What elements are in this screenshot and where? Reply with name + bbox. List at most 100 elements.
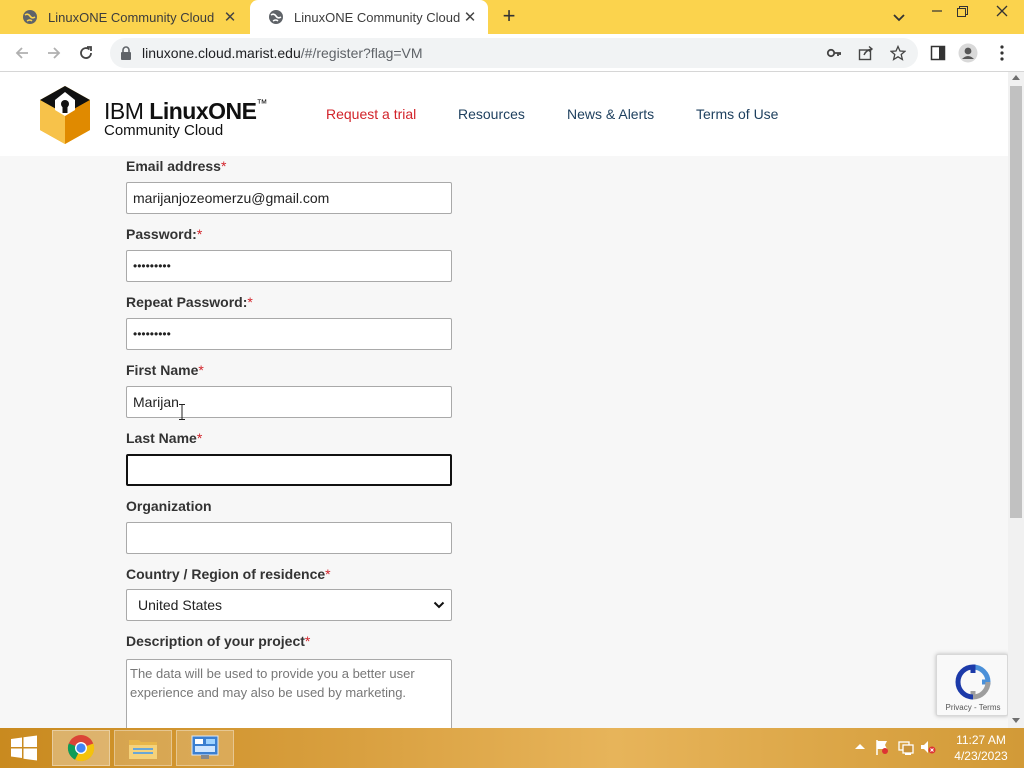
- recaptcha-icon: [955, 664, 991, 700]
- taskbar-file-explorer[interactable]: [114, 730, 172, 766]
- country-label: Country / Region of residence*: [126, 566, 331, 582]
- taskbar-chrome[interactable]: [52, 730, 110, 766]
- close-tab-icon[interactable]: ✕: [462, 9, 478, 26]
- country-label-text: Country / Region of residence: [126, 566, 326, 582]
- close-window-button[interactable]: [980, 0, 1024, 22]
- first-name-label: First Name*: [126, 362, 204, 378]
- browser-tab[interactable]: LinuxONE Community Cloud ✕: [4, 0, 248, 34]
- last-name-label-text: Last Name: [126, 430, 197, 446]
- tab-title: LinuxONE Community Cloud: [48, 9, 215, 25]
- profile-button[interactable]: [958, 43, 978, 63]
- organization-field[interactable]: [126, 522, 452, 554]
- forward-icon: [48, 47, 61, 59]
- globe-icon: [23, 10, 37, 24]
- nav-news-alerts[interactable]: News & Alerts: [567, 106, 654, 122]
- share-icon[interactable]: [858, 45, 874, 61]
- required-marker: *: [196, 430, 203, 446]
- lock-icon[interactable]: [120, 46, 132, 60]
- logo-title: IBM LinuxONE™: [104, 98, 267, 125]
- scroll-down-arrow-icon[interactable]: [1012, 716, 1020, 724]
- page-scrollbar[interactable]: [1008, 72, 1024, 728]
- repeat-password-label: Repeat Password:*: [126, 294, 253, 310]
- last-name-label: Last Name*: [126, 430, 202, 446]
- linuxone-logo-icon[interactable]: [38, 84, 92, 146]
- nav-terms-of-use[interactable]: Terms of Use: [696, 106, 778, 122]
- taskbar-control-panel[interactable]: [176, 730, 234, 766]
- new-tab-button[interactable]: +: [498, 5, 520, 28]
- logo-subtitle: Community Cloud: [104, 122, 224, 139]
- reload-button[interactable]: [76, 43, 96, 63]
- clock-date: 4/23/2023: [954, 749, 1008, 763]
- country-select[interactable]: United States: [126, 589, 452, 621]
- forward-button[interactable]: [44, 43, 64, 63]
- first-name-field[interactable]: Marijan: [126, 386, 452, 418]
- close-tab-icon[interactable]: ✕: [222, 9, 238, 26]
- scroll-up-arrow-icon[interactable]: [1012, 74, 1020, 82]
- logo-trademark: ™: [256, 98, 267, 110]
- description-textarea[interactable]: The data will be used to provide you a b…: [126, 659, 452, 728]
- menu-kebab-icon: [1000, 45, 1004, 61]
- organization-label: Organization: [126, 498, 212, 514]
- required-marker: *: [198, 362, 204, 378]
- email-field[interactable]: marijanjozeomerzu@gmail.com: [126, 182, 452, 214]
- country-selected-value: United States: [138, 597, 223, 613]
- last-name-field[interactable]: [126, 454, 452, 486]
- clock-time: 11:27 AM: [956, 733, 1006, 747]
- logo-linuxone: LinuxONE: [149, 98, 257, 124]
- start-button[interactable]: [0, 728, 48, 768]
- key-icon[interactable]: [826, 45, 842, 61]
- text-cursor-icon: [179, 404, 185, 420]
- back-icon: [15, 47, 28, 59]
- side-panel-button[interactable]: [928, 43, 948, 63]
- tab-title: LinuxONE Community Cloud: [294, 9, 461, 25]
- description-label: Description of your project*: [126, 633, 310, 649]
- password-label-text: Password:: [126, 226, 197, 242]
- nav-request-a-trial[interactable]: Request a trial: [326, 106, 416, 122]
- repeat-password-field[interactable]: •••••••••: [126, 318, 452, 350]
- password-field[interactable]: •••••••••: [126, 250, 452, 282]
- browser-tab-active[interactable]: LinuxONE Community Cloud ✕: [250, 0, 488, 34]
- description-label-text: Description of your project: [126, 633, 305, 649]
- email-label-text: Email address: [126, 158, 221, 174]
- side-panel-icon: [930, 45, 946, 61]
- taskbar-clock[interactable]: 11:27 AM 4/23/2023: [946, 732, 1016, 764]
- windows-taskbar: 11:27 AM 4/23/2023: [0, 728, 1024, 768]
- first-name-label-text: First Name: [126, 362, 199, 378]
- address-bar[interactable]: linuxone.cloud.marist.edu/#/register?fla…: [110, 38, 918, 68]
- logo-ibm: IBM: [104, 98, 150, 124]
- volume-muted-icon[interactable]: [920, 738, 936, 756]
- recaptcha-links[interactable]: Privacy - Terms: [937, 703, 1009, 712]
- show-hidden-icons-icon[interactable]: [852, 738, 868, 756]
- required-marker: *: [196, 226, 203, 242]
- required-marker: *: [304, 633, 311, 649]
- folder-icon: [129, 740, 157, 759]
- recaptcha-badge[interactable]: Privacy - Terms: [936, 654, 1008, 716]
- chrome-icon: [67, 735, 95, 762]
- required-marker: *: [247, 294, 253, 310]
- nav-resources[interactable]: Resources: [458, 106, 525, 122]
- required-marker: *: [325, 566, 331, 582]
- required-marker: *: [220, 158, 227, 174]
- windows-logo-icon: [11, 735, 37, 761]
- site-header: IBM LinuxONE™ Community Cloud Request a …: [0, 72, 1008, 156]
- network-icon[interactable]: [898, 738, 914, 756]
- chevron-down-icon: [433, 601, 445, 609]
- globe-icon: [269, 10, 283, 24]
- tab-search-icon[interactable]: [890, 8, 908, 26]
- maximize-button[interactable]: [947, 0, 977, 22]
- maximize-icon: [956, 5, 968, 17]
- scrollbar-thumb[interactable]: [1010, 86, 1022, 518]
- password-label: Password:*: [126, 226, 202, 242]
- close-icon: [996, 5, 1008, 17]
- bookmark-star-icon[interactable]: [890, 45, 906, 61]
- minimize-icon: [932, 10, 942, 12]
- browser-tab-strip: LinuxONE Community Cloud ✕ LinuxONE Comm…: [0, 0, 1024, 34]
- back-button[interactable]: [12, 43, 32, 63]
- repeat-password-label-text: Repeat Password:: [126, 294, 248, 310]
- url-path: /#/register?flag=VM: [300, 45, 423, 61]
- url-host: linuxone.cloud.marist.edu: [142, 45, 301, 61]
- action-center-flag-icon[interactable]: [874, 738, 890, 756]
- reload-icon: [80, 46, 92, 59]
- menu-button[interactable]: [992, 43, 1012, 63]
- url-text: linuxone.cloud.marist.edu/#/register?fla…: [142, 45, 423, 61]
